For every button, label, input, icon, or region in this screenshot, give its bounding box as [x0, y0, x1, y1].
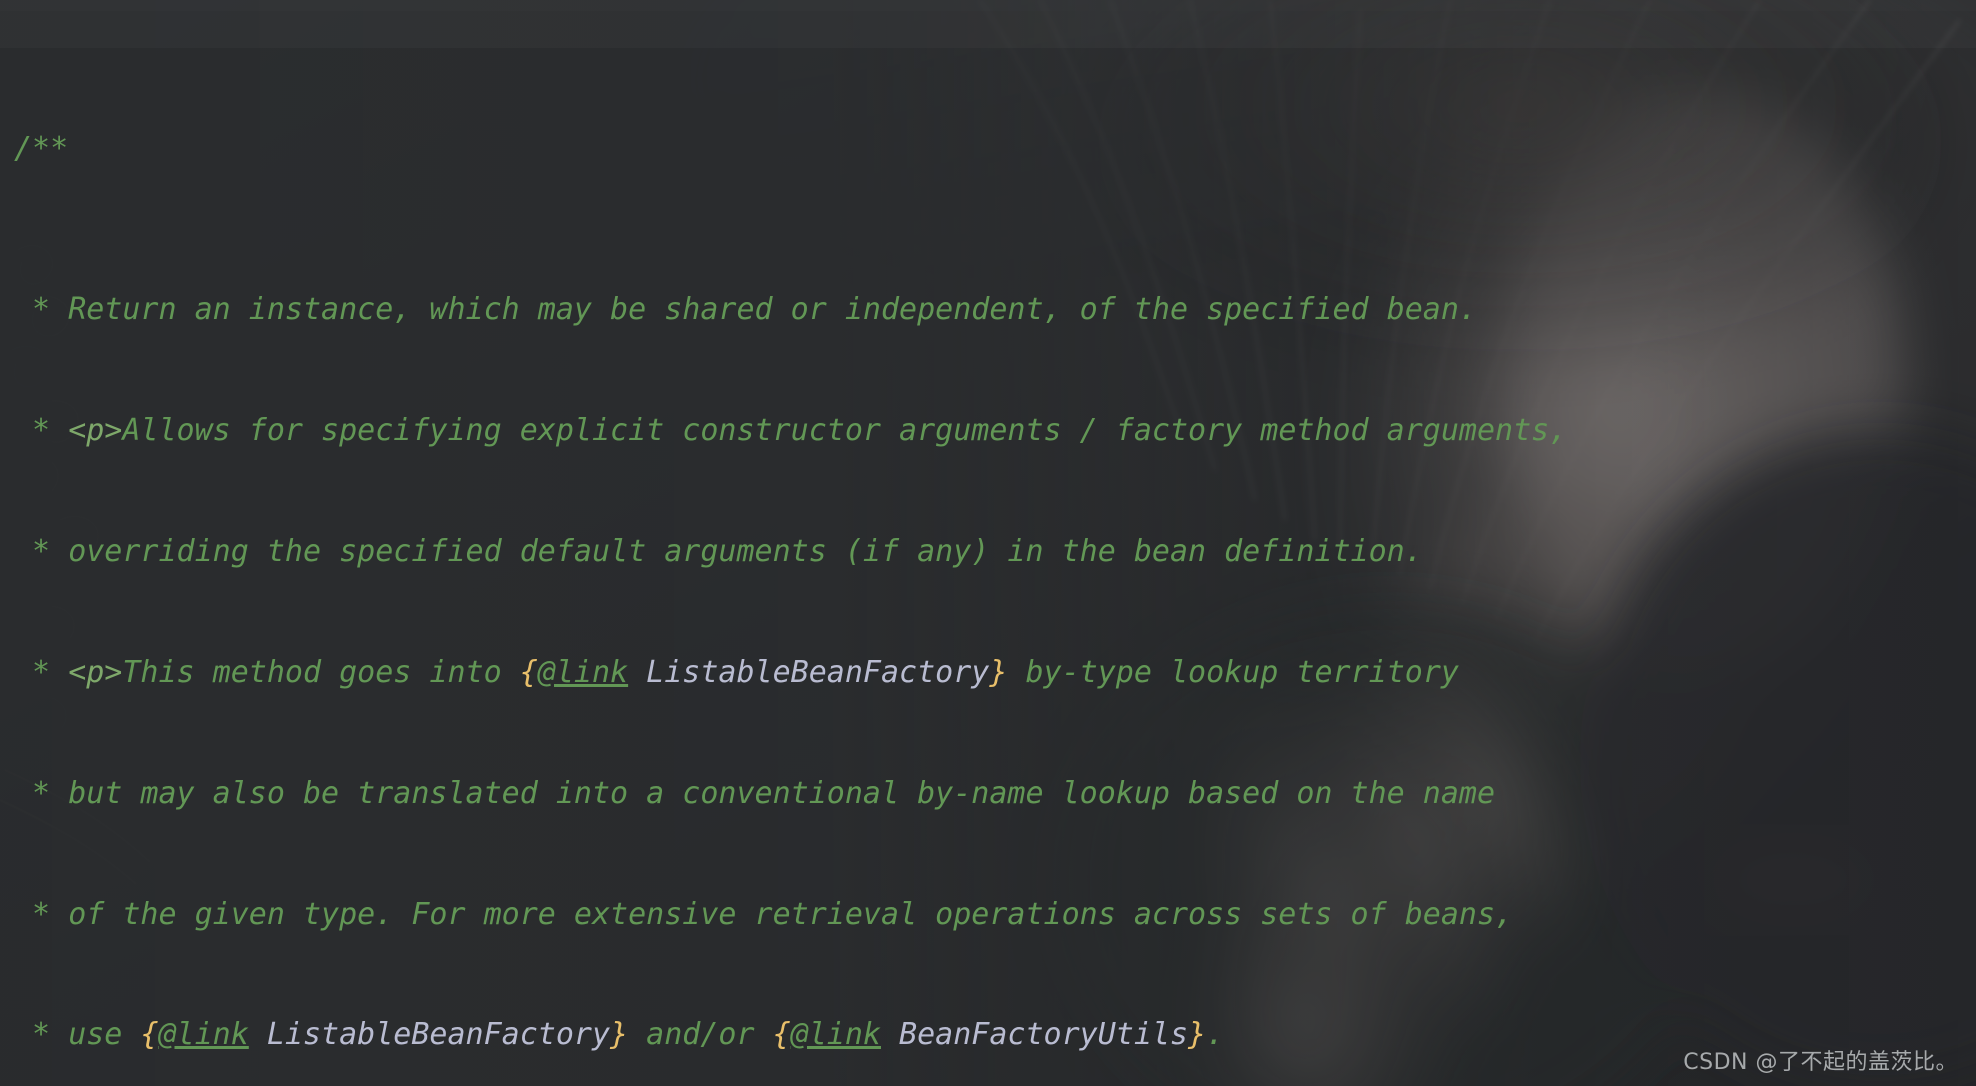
code-token: * — [14, 412, 69, 448]
code-token: * — [14, 896, 69, 932]
code-token: This method goes into — [122, 654, 520, 690]
code-token: { — [772, 1017, 791, 1053]
line-this-method[interactable]: * <p>This method goes into {@link Listab… — [14, 653, 1976, 693]
code-editor[interactable]: /** * Return an instance, which may be s… — [0, 0, 1976, 1086]
line-but-may[interactable]: * but may also be translated into a conv… — [14, 774, 1976, 814]
code-token: ListableBeanFactory — [266, 1017, 611, 1053]
code-token: @link — [790, 1017, 881, 1053]
code-token: by-type lookup territory — [1007, 654, 1459, 690]
code-token: use — [68, 1017, 141, 1053]
code-token: . — [1206, 1017, 1225, 1053]
code-token: but may also be translated into a conven… — [68, 775, 1496, 811]
editor-code-surface[interactable]: /** * Return an instance, which may be s… — [0, 0, 1976, 1086]
code-token: } — [1188, 1017, 1207, 1053]
code-token: * — [14, 1017, 69, 1053]
code-token: { — [519, 654, 538, 690]
code-token: { — [140, 1017, 159, 1053]
javadoc-open-line[interactable]: /** — [14, 129, 1976, 169]
line-allows-p[interactable]: * <p>Allows for specifying explicit cons… — [14, 411, 1976, 451]
code-token: * — [14, 292, 69, 328]
code-token: * — [14, 775, 69, 811]
code-token: Return an instance, which may be shared … — [68, 292, 1477, 328]
code-token: } — [989, 654, 1008, 690]
line-use-link[interactable]: * use {@link ListableBeanFactory} and/or… — [14, 1015, 1976, 1055]
code-token: and/or — [628, 1017, 773, 1053]
code-token: <p> — [68, 412, 123, 448]
code-token: <p> — [68, 654, 123, 690]
code-token: overriding the specified default argumen… — [68, 533, 1423, 569]
line-of-given-type[interactable]: * of the given type. For more extensive … — [14, 895, 1976, 935]
code-token: @link — [158, 1017, 249, 1053]
line-return-desc[interactable]: * Return an instance, which may be share… — [14, 290, 1976, 330]
code-token: ListableBeanFactory — [646, 654, 990, 690]
code-token: } — [610, 1017, 629, 1053]
code-token: * — [14, 533, 69, 569]
code-token: of the given type. For more extensive re… — [68, 896, 1514, 932]
code-token: Allows for specifying explicit construct… — [122, 412, 1568, 448]
code-token: BeanFactoryUtils — [899, 1017, 1189, 1053]
line-overriding[interactable]: * overriding the specified default argum… — [14, 532, 1976, 572]
javadoc-open-token: /** — [14, 130, 69, 166]
code-token: @link — [537, 654, 629, 690]
code-token: * — [14, 654, 69, 690]
